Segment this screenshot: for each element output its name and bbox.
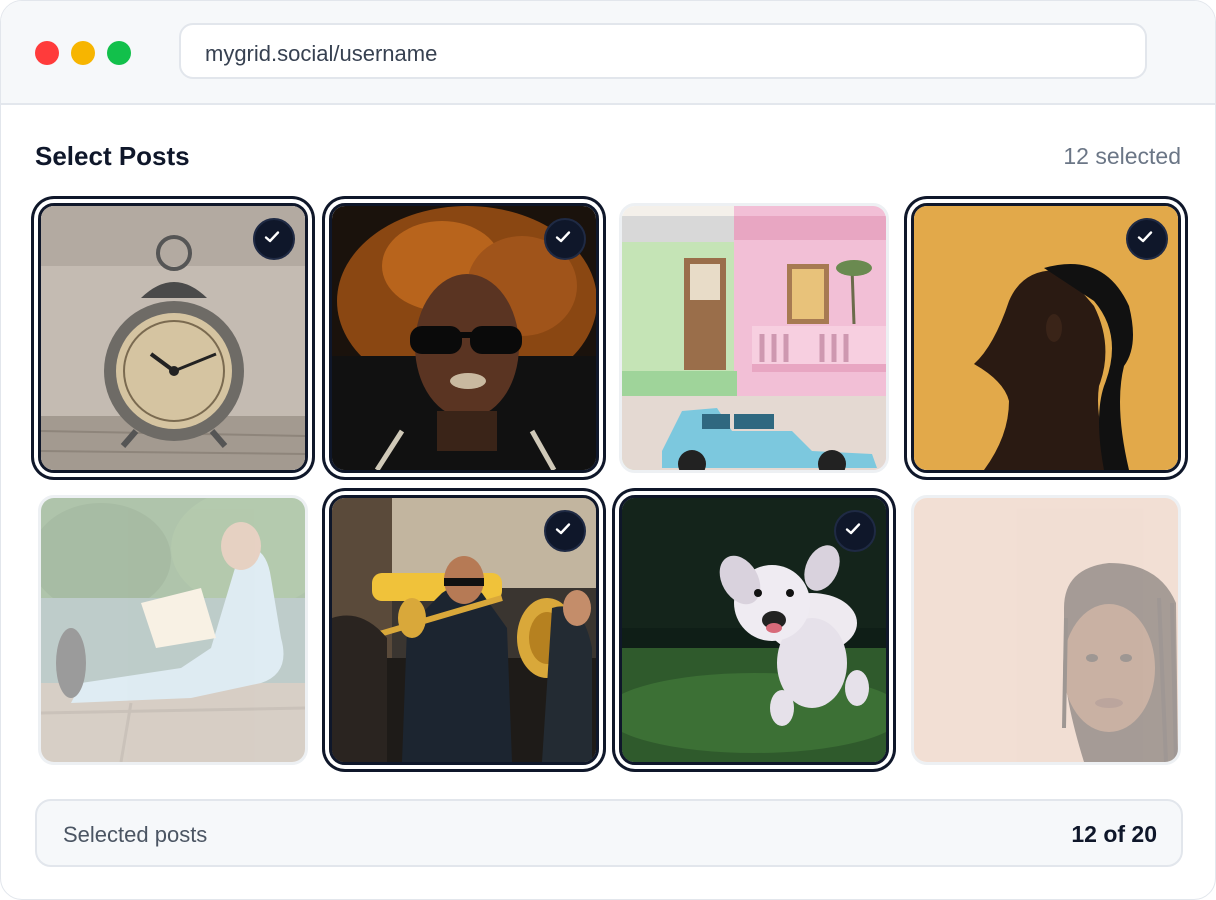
selected-check-badge [834, 510, 876, 552]
selected-check-badge [1126, 218, 1168, 260]
close-window-button[interactable] [35, 41, 59, 65]
selected-check-badge [544, 510, 586, 552]
post-tile-woman-profile[interactable] [911, 203, 1181, 473]
address-bar[interactable]: mygrid.social/username [179, 23, 1147, 79]
selection-summary-bar: Selected posts 12 of 20 [35, 799, 1183, 867]
post-tile-man-reading[interactable] [38, 495, 308, 765]
post-tile-running-dog[interactable] [619, 495, 889, 765]
summary-value: 12 of 20 [1071, 821, 1157, 847]
selected-check-badge [253, 218, 295, 260]
summary-label: Selected posts [63, 822, 208, 847]
checkmark-icon [264, 231, 280, 243]
browser-window: mygrid.social/username Select Posts 12 s… [0, 0, 1216, 900]
checkmark-icon [845, 523, 861, 535]
post-tile-alarm-clock[interactable] [38, 203, 308, 473]
page-title: Select Posts [35, 141, 190, 171]
minimize-window-button[interactable] [71, 41, 95, 65]
checkmark-icon [555, 231, 571, 243]
checkmark-icon [1137, 231, 1153, 243]
selected-check-badge [544, 218, 586, 260]
pink-house-photo [622, 206, 886, 470]
post-tile-woman-sunglasses[interactable] [329, 203, 599, 473]
post-tile-woman-braids[interactable] [911, 495, 1181, 765]
post-tile-pink-house[interactable] [619, 203, 889, 473]
maximize-window-button[interactable] [107, 41, 131, 65]
man-reading-photo [41, 498, 305, 762]
title-bar: mygrid.social/username [1, 1, 1215, 105]
url-text: mygrid.social/username [205, 41, 438, 66]
woman-braids-photo [914, 498, 1178, 762]
checkmark-icon [555, 523, 571, 535]
post-tile-brass-band[interactable] [329, 495, 599, 765]
selected-count: 12 selected [1063, 143, 1181, 169]
